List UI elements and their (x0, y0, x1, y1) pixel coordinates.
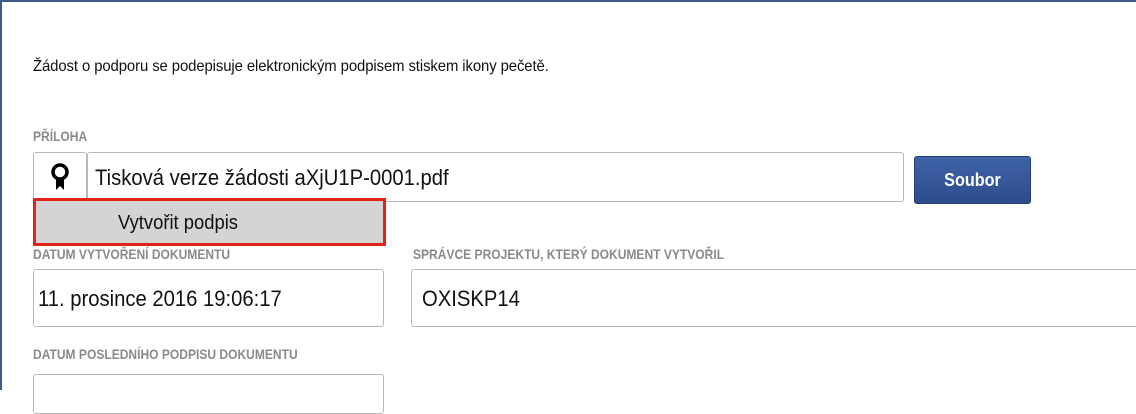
file-button-label: Soubor (944, 169, 1001, 190)
last-signature-label: DATUM POSLEDNÍHO PODPISU DOKUMENTU (33, 346, 298, 362)
attachment-filename-field[interactable]: Tisková verze žádosti aXjU1P-0001.pdf (87, 152, 904, 202)
created-date-label: DATUM VYTVOŘENÍ DOKUMENTU (33, 246, 231, 262)
manager-label: SPRÁVCE PROJEKTU, KTERÝ DOKUMENT VYTVOŘI… (413, 246, 725, 262)
intro-text: Žádost o podporu se podepisuje elektroni… (33, 58, 549, 75)
seal-sign-button[interactable] (33, 152, 87, 202)
seal-icon (48, 163, 72, 198)
manager-value: OXISKP14 (422, 286, 520, 311)
menu-item-create-signature[interactable]: Vytvořit podpis (118, 212, 238, 235)
created-date-value: 11. prosince 2016 19:06:17 (38, 286, 282, 311)
file-button[interactable]: Soubor (914, 156, 1031, 204)
attachment-filename: Tisková verze žádosti aXjU1P-0001.pdf (95, 165, 449, 190)
manager-field[interactable]: OXISKP14 (411, 269, 1136, 327)
context-menu: Vytvořit podpis (33, 198, 386, 246)
attachment-label: PŘÍLOHA (33, 128, 88, 144)
last-signature-field[interactable] (33, 374, 384, 414)
created-date-field[interactable]: 11. prosince 2016 19:06:17 (33, 269, 384, 327)
